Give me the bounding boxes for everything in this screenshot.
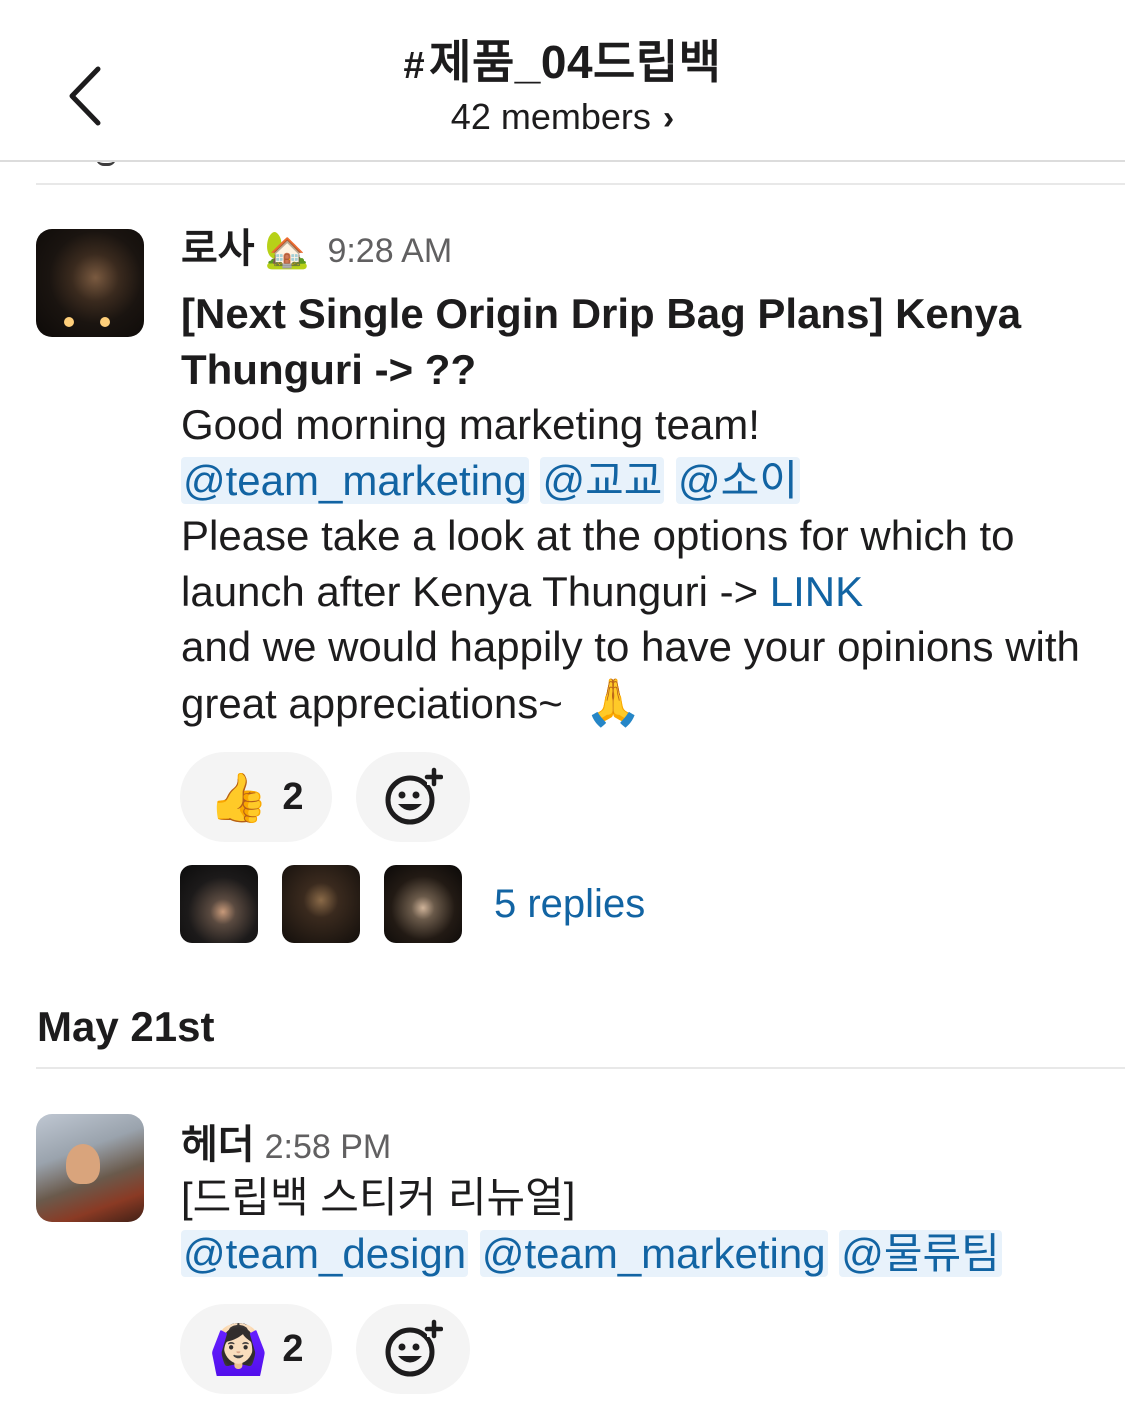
house-icon: 🏡 (264, 229, 310, 270)
mention-user[interactable]: @소이 (676, 456, 800, 504)
timestamp: 9:28 AM (327, 232, 453, 270)
add-reaction-icon (385, 767, 443, 825)
reaction-ok-gesture[interactable]: 🙆🏻‍♀️ 2 (180, 1304, 332, 1394)
thread-replies[interactable]: 5 replies (180, 865, 645, 943)
mention-user[interactable]: @교교 (540, 456, 665, 504)
reaction-count: 2 (282, 1327, 304, 1370)
timestamp: 2:58 PM (264, 1128, 392, 1166)
channel-screen: #제품_04드립백 42 members › 로사 🏡 9:28 AM [Next… (0, 0, 1125, 1407)
ok-gesture-icon: 🙆🏻‍♀️ (208, 1323, 269, 1377)
reply-avatar (384, 865, 462, 943)
thumbs-up-icon: 👍 (208, 771, 269, 825)
hash-icon: # (403, 45, 426, 87)
avatar[interactable] (36, 229, 144, 337)
message-body: [Next Single Origin Drip Bag Plans] Keny… (181, 286, 1111, 731)
reply-avatar (180, 865, 258, 943)
author-name[interactable]: 로사 (181, 216, 255, 274)
message-header: 헤더 2:58 PM (181, 1112, 391, 1170)
message-text: [드립백 스티커 리뉴얼] (181, 1174, 576, 1221)
reaction-count: 2 (282, 775, 304, 818)
pray-icon: 🙏 (584, 675, 643, 728)
reactions-bar: 👍 2 (180, 752, 470, 842)
replies-count: 5 replies (494, 881, 646, 926)
reaction-thumbs-up[interactable]: 👍 2 (180, 752, 332, 842)
message-title: [Next Single Origin Drip Bag Plans] Keny… (181, 290, 1022, 393)
reactions-bar: 🙆🏻‍♀️ 2 (180, 1304, 470, 1394)
greeting-text: Good morning marketing team! (181, 401, 760, 448)
channel-header: #제품_04드립백 42 members › (0, 0, 1125, 162)
message-link[interactable]: LINK (770, 568, 863, 615)
mention-team-design[interactable]: @team_design (181, 1229, 469, 1277)
mention-team-marketing[interactable]: @team_marketing (479, 1229, 828, 1277)
message-text: Please take a look at the options for wh… (181, 512, 1015, 615)
avatar[interactable] (36, 1114, 144, 1222)
reply-avatar (282, 865, 360, 943)
channel-title[interactable]: #제품_04드립백 (0, 26, 1125, 92)
mention-team[interactable]: @물류팀 (839, 1229, 1002, 1277)
add-reaction-button[interactable] (356, 752, 470, 842)
divider (36, 1067, 1125, 1069)
add-reaction-icon (385, 1319, 443, 1377)
members-link[interactable]: 42 members › (0, 96, 1125, 138)
mention-team-marketing[interactable]: @team_marketing (181, 456, 529, 504)
message-header: 로사 🏡 9:28 AM (181, 216, 452, 274)
message-body: [드립백 스티커 리뉴얼] @team_design @team_marketi… (181, 1170, 1111, 1281)
members-count: 42 members (450, 96, 651, 137)
date-separator: May 21st (37, 1003, 215, 1050)
channel-name: 제품_04드립백 (429, 36, 722, 88)
divider (36, 183, 1125, 185)
author-name[interactable]: 헤더 (181, 1112, 255, 1170)
add-reaction-button[interactable] (356, 1304, 470, 1394)
chevron-right-icon: › (662, 99, 675, 137)
